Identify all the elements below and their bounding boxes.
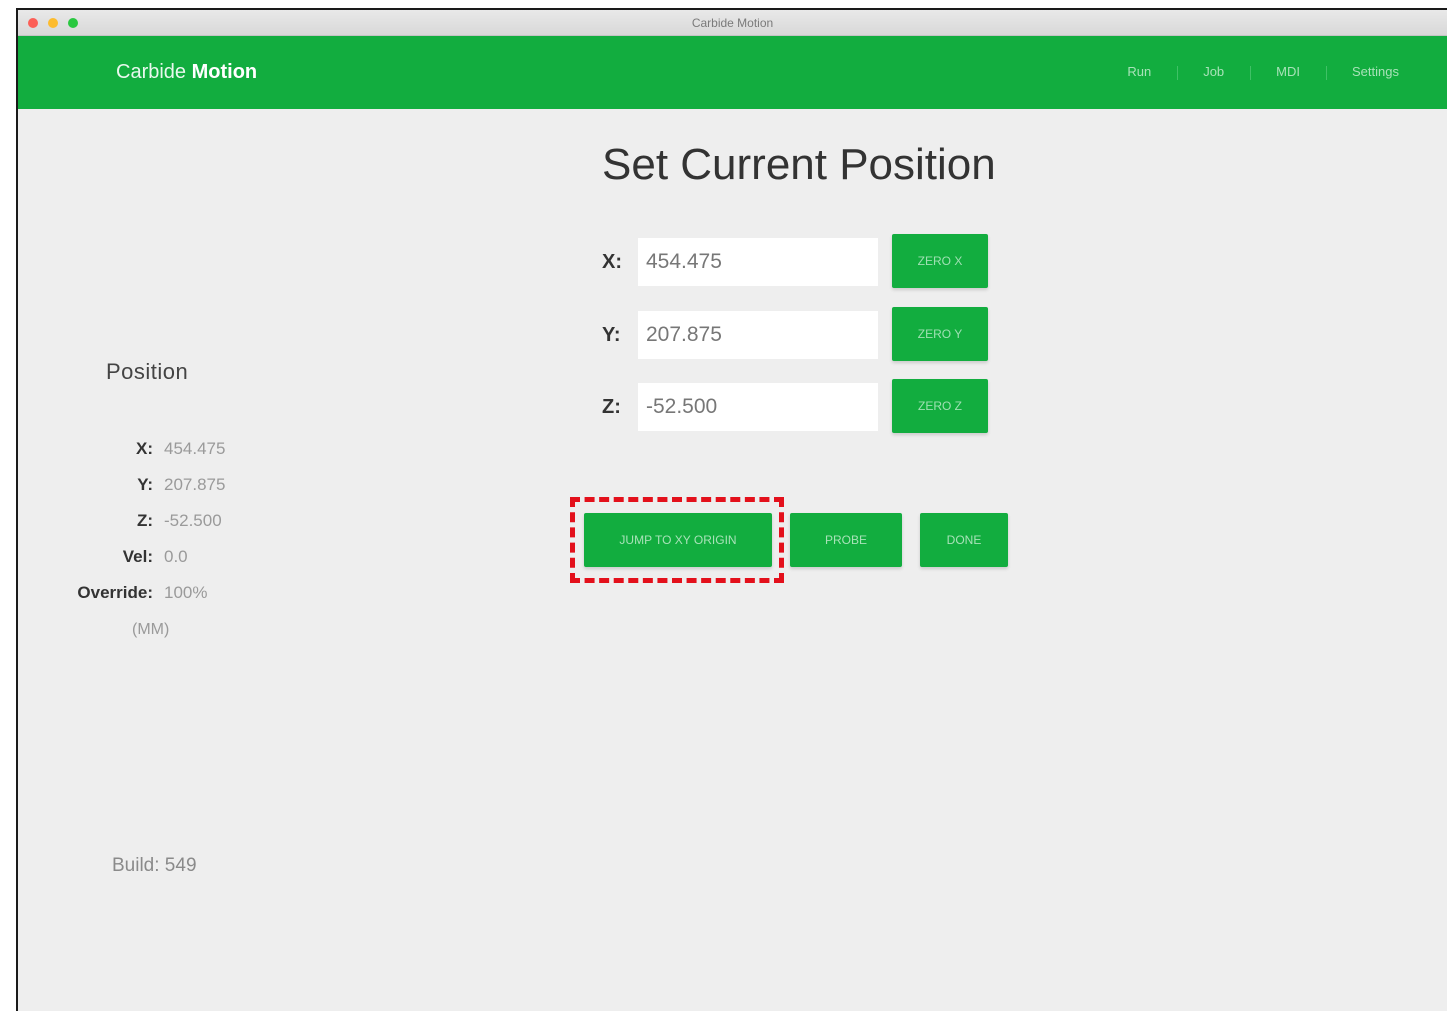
sidebar-vel-value: 0.0 xyxy=(164,547,188,566)
sidebar-y-value: 207.875 xyxy=(164,475,226,494)
sidebar-x-label: X: xyxy=(136,439,153,458)
sidebar-z-value: -52.500 xyxy=(164,511,222,530)
top-navbar: Carbide Motion Run Job MDI Settings xyxy=(18,36,1447,109)
nav-link-settings[interactable]: Settings xyxy=(1326,64,1425,80)
nav-link-mdi[interactable]: MDI xyxy=(1250,64,1326,80)
sidebar-vel-label: Vel: xyxy=(122,547,153,566)
units-label: (MM) xyxy=(132,621,170,638)
probe-button[interactable]: PROBE xyxy=(790,513,902,567)
sidebar-velocity: Vel: 0.0 xyxy=(18,547,318,569)
z-axis-label: Z: xyxy=(602,396,621,418)
sidebar-x-value: 454.475 xyxy=(164,439,226,458)
brand-name-bold: Motion xyxy=(191,61,258,83)
sidebar-z-label: Z: xyxy=(136,511,153,530)
sidebar-position-z: Z: -52.500 xyxy=(18,511,318,533)
zero-x-button[interactable]: ZERO X xyxy=(892,234,988,288)
sidebar-override-label: Override: xyxy=(77,583,153,602)
window-title: Carbide Motion xyxy=(691,16,774,30)
zero-z-button[interactable]: ZERO Z xyxy=(892,379,988,433)
nav-link-job[interactable]: Job xyxy=(1177,64,1250,80)
brand-name-light: Carbide xyxy=(116,61,187,83)
sidebar-override: Override: 100% xyxy=(18,583,318,605)
x-axis-label: X: xyxy=(602,251,622,273)
y-axis-label: Y: xyxy=(602,324,621,346)
z-position-input[interactable] xyxy=(638,383,878,431)
done-button[interactable]: DONE xyxy=(920,513,1008,567)
position-heading: Position xyxy=(106,359,189,384)
x-position-input[interactable] xyxy=(638,238,878,286)
window-titlebar: Carbide Motion xyxy=(18,10,1447,36)
highlight-annotation-box xyxy=(570,497,784,583)
y-position-input[interactable] xyxy=(638,311,878,359)
nav-links: Run Job MDI Settings xyxy=(1101,64,1425,80)
sidebar-override-value: 100% xyxy=(164,583,208,602)
nav-link-run[interactable]: Run xyxy=(1101,64,1177,79)
page-title: Set Current Position xyxy=(602,140,996,189)
sidebar-y-label: Y: xyxy=(137,475,153,494)
zero-y-button[interactable]: ZERO Y xyxy=(892,307,988,361)
build-number: Build: 549 xyxy=(112,855,197,876)
position-sidebar: Position X: 454.475 Y: 207.875 Z: -52.50… xyxy=(18,109,318,1009)
sidebar-position-y: Y: 207.875 xyxy=(18,475,318,497)
sidebar-position-x: X: 454.475 xyxy=(18,439,318,461)
brand-logo: Carbide Motion xyxy=(116,61,257,84)
app-window: Carbide Motion Carbide Motion Run Job MD… xyxy=(16,8,1447,1011)
